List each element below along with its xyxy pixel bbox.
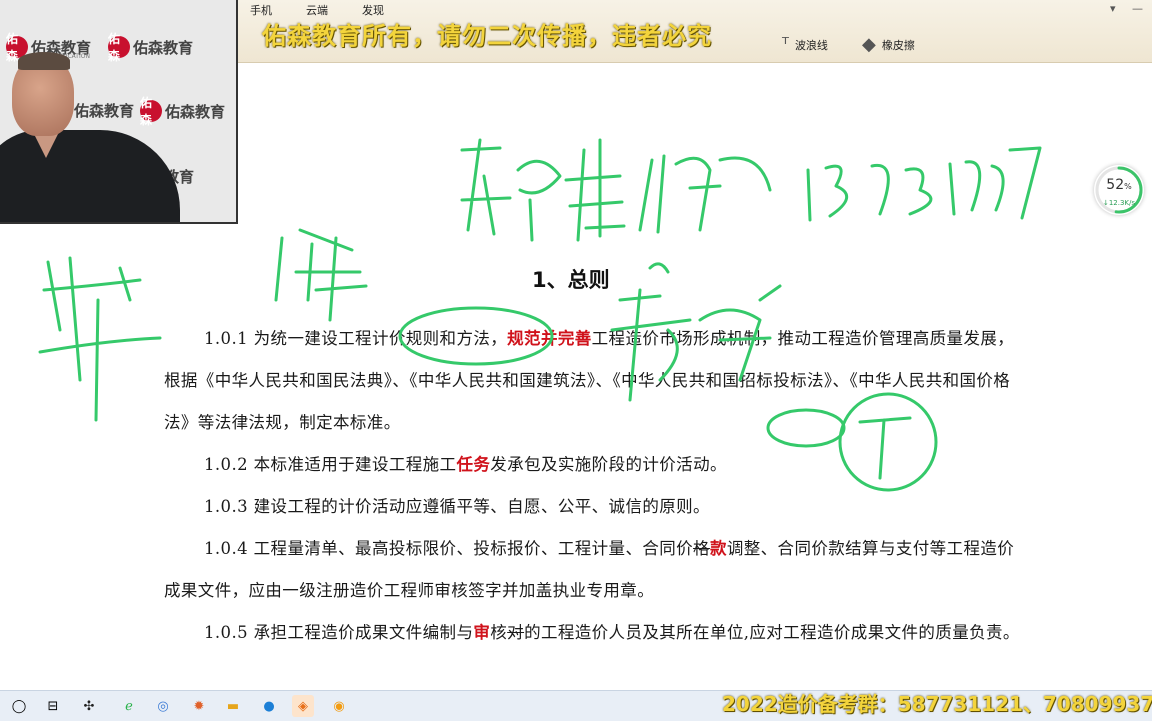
gear-app-icon[interactable]: ✹ — [188, 695, 210, 717]
start-circle-icon[interactable]: ◯ — [8, 695, 30, 717]
logo-text: 佑森教育 — [133, 38, 194, 57]
task-view-icon[interactable]: ⊟ — [42, 695, 64, 717]
minimize-icon[interactable]: — — [1132, 2, 1143, 15]
highlighted-text: 款 — [709, 539, 727, 558]
logo-seal: 佑森 — [140, 96, 162, 127]
wave-line-icon: ᵀ — [782, 34, 789, 55]
presenter-body — [0, 130, 180, 222]
clause-number: 1.0.4 — [204, 539, 254, 558]
wave-line-tool[interactable]: ᵀ 波浪线 — [782, 34, 828, 55]
orange-app-icon[interactable]: ◈ — [292, 695, 314, 717]
speed-percent: 52% — [1106, 177, 1132, 193]
clause-text: 的工程造价人员及其所在单位,应对工程造价成果文件的质量负责。 — [524, 623, 1020, 642]
clause-text: 核 — [490, 623, 508, 642]
highlighted-text: 审 — [473, 623, 491, 642]
orange-circle-app-icon[interactable]: ◉ — [328, 695, 350, 717]
eraser-icon: ◆ — [862, 34, 876, 55]
clause-number: 1.0.2 — [204, 455, 254, 474]
clause-text: 工程量清单、最高投标限价、投标报价、工程计量、合同价 — [253, 539, 694, 558]
webcam-overlay: 佑森 佑森教育 YOSUN EDUCATION 佑森 佑森教育 佑森教育 佑森 … — [0, 0, 238, 224]
clause-1-0-3: 1.0.3 建设工程的计价活动应遵循平等、自愿、公平、诚信的原则。 — [164, 486, 1024, 528]
logo-seal: 佑森 — [108, 32, 130, 63]
clause-text: 本标准适用于建设工程施工 — [253, 455, 457, 474]
clause-1-0-2: 1.0.2 本标准适用于建设工程施工任务发承包及实施阶段的计价活动。 — [164, 444, 1024, 486]
clause-number: 1.0.5 — [204, 623, 254, 642]
clause-number: 1.0.3 — [204, 497, 254, 516]
clause-text: 发承包及实施阶段的计价活动。 — [490, 455, 727, 474]
network-speed-widget[interactable]: 52% ↓12.3K/s — [1094, 165, 1144, 215]
pinwheel-icon[interactable]: ✣ — [78, 695, 100, 717]
watermark-banner: 佑森教育所有，请勿二次传播，违者必究 — [262, 22, 712, 50]
webcam-logo: 佑森 佑森教育 — [140, 96, 226, 127]
clause-number: 1.0.1 — [204, 329, 254, 348]
menu-dropdown-icon[interactable]: ▾ — [1110, 2, 1116, 15]
logo-text: 佑森教育 — [165, 102, 226, 121]
exam-group-banner: 2022造价备考群：587731121、70809937 — [722, 692, 1152, 716]
eraser-label: 橡皮擦 — [881, 38, 915, 52]
webcam-logo: 佑森教育 — [74, 100, 134, 121]
clause-text: 承担工程造价成果文件编制与 — [253, 623, 474, 642]
clause-text: 为统一建设工程计价规则和方法， — [253, 329, 508, 348]
clause-text: 建设工程的计价活动应遵循平等、自愿、公平、诚信的原则。 — [253, 497, 710, 516]
highlighted-text: 规范并完善 — [507, 329, 592, 348]
speed-rate: ↓12.3K/s — [1102, 199, 1136, 207]
webcam-logo: 佑森 佑森教育 — [108, 32, 194, 63]
edge-browser-icon[interactable]: ℯ — [118, 695, 140, 717]
chrome-icon[interactable]: ◎ — [152, 695, 174, 717]
logo-text: 佑森教育 — [74, 102, 135, 120]
clause-1-0-5: 1.0.5 承担工程造价成果文件编制与审核对的工程造价人员及其所在单位,应对工程… — [164, 612, 1024, 654]
highlighted-text: 任务 — [456, 455, 491, 474]
clause-1-0-1: 1.0.1 为统一建设工程计价规则和方法，规范并完善工程造价市场形成机制，推动工… — [164, 318, 1024, 444]
folder-icon[interactable]: ▬ — [222, 695, 244, 717]
wave-line-label: 波浪线 — [794, 38, 828, 52]
clause-1-0-4: 1.0.4 工程量清单、最高投标限价、投标报价、工程计量、合同价格款调整、合同价… — [164, 528, 1024, 612]
blue-dot-app-icon[interactable]: ● — [258, 695, 280, 717]
struck-text: 对 — [507, 623, 525, 642]
presenter-hair — [18, 52, 70, 70]
struck-text: 格 — [693, 539, 710, 558]
section-heading: 1、总则 — [532, 268, 610, 292]
eraser-tool[interactable]: ◆ 橡皮擦 — [862, 34, 915, 55]
